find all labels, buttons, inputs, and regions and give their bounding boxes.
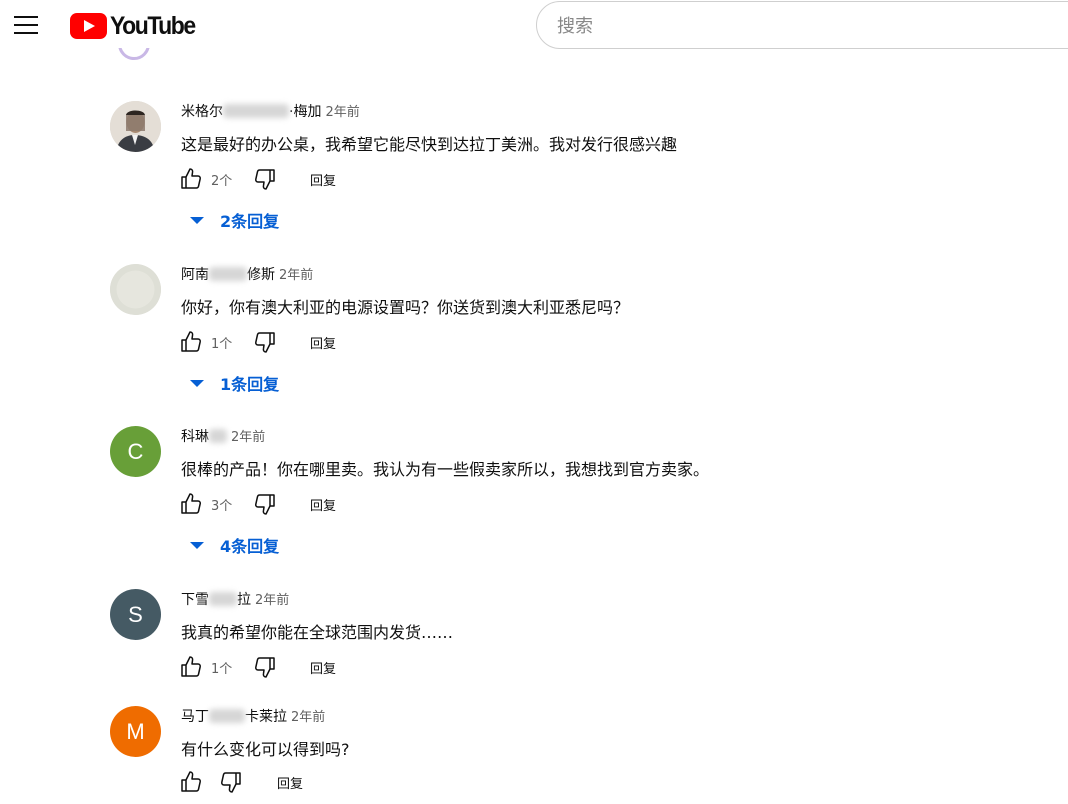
comment-author[interactable]: 卡莱拉 (245, 709, 287, 725)
comment-author[interactable]: ·梅加 (289, 104, 321, 120)
replies-count-label: 4条回复 (220, 537, 280, 556)
comment-author-line: 马丁 卡莱拉 2年前 (181, 706, 325, 726)
like-icon[interactable] (179, 770, 203, 794)
caret-down-icon (190, 379, 204, 387)
comment-author[interactable]: 修斯 (247, 267, 275, 283)
caret-down-icon (190, 541, 204, 549)
avatar-letter: C (127, 438, 144, 464)
comment-text: 很棒的产品！你在哪里卖。我认为有一些假卖家所以，我想找到官方卖家。 (181, 460, 710, 479)
avatar[interactable] (110, 264, 161, 315)
reply-button[interactable]: 回复 (310, 170, 336, 189)
comment-author[interactable]: 马丁 (181, 709, 209, 725)
dislike-icon[interactable] (253, 492, 277, 516)
avatar-letter: S (128, 601, 143, 627)
like-count: 1个 (211, 662, 233, 677)
like-icon[interactable] (179, 492, 203, 516)
view-replies-button[interactable]: 2条回复 (186, 207, 279, 233)
top-bar: YouTube (0, 0, 1068, 56)
comment-time[interactable]: 2年前 (255, 593, 289, 608)
comment-text: 我真的希望你能在全球范围内发货…… (181, 623, 454, 642)
replies-count-label: 2条回复 (220, 212, 280, 231)
avatar[interactable]: C (110, 426, 161, 477)
like-icon[interactable] (179, 330, 203, 354)
avatar[interactable]: S (110, 589, 161, 640)
hamburger-menu-icon[interactable] (14, 14, 40, 36)
dislike-icon[interactable] (219, 770, 243, 794)
redacted-name (209, 429, 227, 443)
redacted-name (209, 267, 247, 281)
comment-time[interactable]: 2年前 (279, 268, 313, 283)
reply-button[interactable]: 回复 (310, 333, 336, 352)
comment-author-line: 科琳 2年前 (181, 426, 265, 446)
view-replies-button[interactable]: 4条回复 (186, 532, 279, 558)
comment-time[interactable]: 2年前 (231, 430, 265, 445)
user-photo-icon (110, 101, 161, 152)
comment-author-line: 下雪 拉 2年前 (181, 589, 289, 609)
redacted-name (223, 104, 289, 118)
redacted-name (209, 709, 245, 723)
comment-author-line: 阿南 修斯 2年前 (181, 264, 313, 284)
search-input[interactable] (557, 12, 1037, 40)
comment-time[interactable]: 2年前 (325, 105, 359, 120)
avatar[interactable] (110, 101, 161, 152)
youtube-logo[interactable]: YouTube (70, 12, 202, 40)
avatar[interactable]: M (110, 706, 161, 757)
comment-author[interactable]: 阿南 (181, 267, 209, 283)
comment-author[interactable]: 科琳 (181, 429, 209, 445)
user-photo-icon (110, 264, 161, 315)
comment-text: 有什么变化可以得到吗? (181, 740, 350, 759)
reply-button[interactable]: 回复 (277, 773, 303, 792)
search-box[interactable] (536, 1, 1068, 49)
like-count: 3个 (211, 499, 233, 514)
previous-avatar-edge (118, 48, 150, 61)
logo-text: YouTube (110, 11, 196, 40)
dislike-icon[interactable] (253, 167, 277, 191)
like-count: 2个 (211, 174, 233, 189)
caret-down-icon (190, 216, 204, 224)
youtube-play-icon (70, 13, 107, 39)
like-icon[interactable] (179, 655, 203, 679)
redacted-name (209, 592, 237, 606)
reply-button[interactable]: 回复 (310, 658, 336, 677)
comment-author-line: 米格尔 ·梅加 2年前 (181, 101, 360, 121)
replies-count-label: 1条回复 (220, 375, 280, 394)
dislike-icon[interactable] (253, 330, 277, 354)
comment-time[interactable]: 2年前 (291, 710, 325, 725)
view-replies-button[interactable]: 1条回复 (186, 370, 279, 396)
comment-text: 这是最好的办公桌，我希望它能尽快到达拉丁美洲。我对发行很感兴趣 (181, 135, 678, 154)
comment-author[interactable]: 米格尔 (181, 104, 223, 120)
reply-button[interactable]: 回复 (310, 495, 336, 514)
comment-text: 你好，你有澳大利亚的电源设置吗？你送货到澳大利亚悉尼吗？ (181, 298, 630, 317)
dislike-icon[interactable] (253, 655, 277, 679)
avatar-letter: M (126, 718, 145, 744)
like-count: 1个 (211, 337, 233, 352)
comment-author[interactable]: 拉 (237, 592, 251, 608)
like-icon[interactable] (179, 167, 203, 191)
comment-author[interactable]: 下雪 (181, 592, 209, 608)
